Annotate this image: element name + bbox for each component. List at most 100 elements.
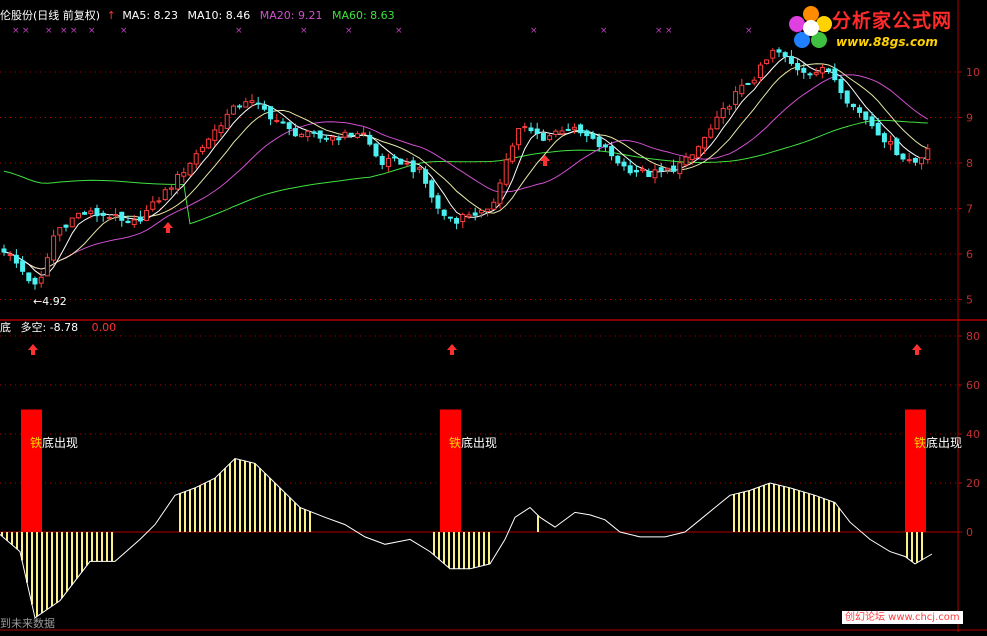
ticker-mark-icon: × bbox=[235, 26, 243, 36]
up-arrow-icon: ↑ bbox=[106, 9, 116, 22]
candle-up bbox=[7, 254, 13, 257]
candle-up bbox=[75, 212, 81, 219]
price-tick-label: 6 bbox=[966, 248, 973, 261]
candle-up bbox=[485, 208, 491, 212]
candle-down bbox=[671, 165, 677, 172]
candle-down bbox=[454, 218, 460, 224]
candle-down bbox=[912, 157, 918, 163]
main-panel-header: 伦股份(日线 前复权) ↑ MA5: 8.23 MA10: 8.46 MA20:… bbox=[0, 9, 401, 22]
candle-up bbox=[925, 148, 931, 161]
candle-down bbox=[900, 153, 906, 160]
candle-up bbox=[726, 106, 732, 110]
ma60-label: MA60: 8.63 bbox=[331, 9, 395, 22]
ticker-mark-icon: × bbox=[395, 26, 403, 36]
candle-down bbox=[13, 254, 19, 264]
stock-title: 伦股份(日线 前复权) bbox=[0, 9, 101, 22]
candle-down bbox=[237, 105, 243, 108]
candle-up bbox=[819, 66, 825, 74]
candle-down bbox=[20, 260, 26, 272]
candle-up bbox=[354, 133, 360, 138]
candle-down bbox=[621, 161, 627, 167]
candle-down bbox=[602, 144, 608, 148]
candle-up bbox=[199, 146, 205, 153]
candle-down bbox=[857, 107, 863, 113]
candle-down bbox=[286, 122, 292, 130]
candle-up bbox=[38, 276, 44, 284]
ticker-mark-icon: × bbox=[300, 26, 308, 36]
candle-down bbox=[125, 220, 131, 224]
candle-up bbox=[460, 213, 466, 223]
candle-down bbox=[379, 156, 385, 166]
low-price-label: ←4.92 bbox=[33, 295, 67, 308]
candle-up bbox=[156, 200, 162, 203]
candle-down bbox=[398, 158, 404, 165]
candle-up bbox=[497, 182, 503, 205]
indicator-panel-header: 底 多空: -8.78 0.00 bbox=[0, 321, 116, 334]
ticker-mark-icon: × bbox=[655, 26, 663, 36]
candle-up bbox=[739, 84, 745, 95]
candle-down bbox=[280, 121, 286, 124]
candle-up bbox=[478, 209, 484, 214]
candle-down bbox=[894, 138, 900, 156]
candle-down bbox=[323, 137, 329, 140]
signal-bar bbox=[440, 409, 461, 532]
candle-up bbox=[689, 154, 695, 160]
candle-up bbox=[664, 167, 670, 171]
candle-up bbox=[361, 132, 367, 135]
candle-up bbox=[764, 59, 770, 65]
indicator-tick-label: 0 bbox=[966, 526, 973, 539]
candle-down bbox=[435, 195, 441, 209]
candle-up bbox=[330, 136, 336, 141]
ticker-mark-icon: × bbox=[665, 26, 673, 36]
signal-label-rest: 底出现 bbox=[926, 435, 962, 450]
signal-arrow-icon bbox=[447, 344, 457, 355]
candle-down bbox=[429, 180, 435, 198]
signal-label: 铁底出现 bbox=[914, 435, 962, 450]
ticker-mark-icon: × bbox=[60, 26, 68, 36]
price-tick-label: 9 bbox=[966, 112, 973, 125]
watermark-bottom: 创幻论坛 www.chcj.com bbox=[842, 611, 963, 624]
candle-down bbox=[633, 170, 639, 173]
candle-down bbox=[261, 105, 267, 110]
flower-logo-icon bbox=[789, 6, 832, 48]
candle-up bbox=[212, 129, 218, 141]
candle-up bbox=[757, 64, 763, 79]
bull-bear-line bbox=[0, 457, 933, 619]
status-text: 到未来数据 bbox=[0, 617, 55, 630]
candle-down bbox=[776, 49, 782, 53]
candle-up bbox=[720, 108, 726, 119]
candle-up bbox=[547, 135, 553, 141]
signal-label-highlight: 铁 bbox=[449, 436, 461, 450]
signal-label-highlight: 铁 bbox=[30, 436, 42, 450]
indicator-tick-label: 40 bbox=[966, 428, 980, 441]
ticker-mark-icon: × bbox=[600, 26, 608, 36]
kline-chart[interactable]: 1098765806040200←4.92×××××××××××××××××铁底… bbox=[0, 0, 987, 632]
ticker-mark-icon: × bbox=[70, 26, 78, 36]
candle-up bbox=[714, 116, 720, 130]
candle-up bbox=[88, 210, 94, 215]
candle-up bbox=[751, 79, 757, 84]
price-tick-label: 7 bbox=[966, 203, 973, 216]
bull-bear-extra: 0.00 bbox=[91, 321, 117, 334]
signal-arrow-icon bbox=[912, 344, 922, 355]
candle-up bbox=[640, 168, 646, 172]
candle-up bbox=[57, 227, 63, 236]
candle-up bbox=[299, 133, 305, 138]
candle-up bbox=[305, 130, 311, 138]
ma20-label: MA20: 9.21 bbox=[259, 9, 323, 22]
candle-down bbox=[410, 160, 416, 173]
candle-up bbox=[187, 162, 193, 176]
candle-up bbox=[150, 201, 156, 210]
candle-down bbox=[646, 170, 652, 178]
ma10-line bbox=[3, 63, 929, 270]
ma5-line bbox=[3, 55, 928, 276]
candle-up bbox=[274, 119, 280, 122]
ticker-mark-icon: × bbox=[12, 26, 20, 36]
candle-up bbox=[162, 189, 168, 200]
candle-up bbox=[106, 216, 112, 219]
candle-down bbox=[801, 67, 807, 73]
ma10-label: MA10: 8.46 bbox=[187, 9, 251, 22]
candle-up bbox=[522, 126, 528, 129]
candle-down bbox=[268, 106, 274, 120]
signal-arrow-icon bbox=[28, 344, 38, 355]
